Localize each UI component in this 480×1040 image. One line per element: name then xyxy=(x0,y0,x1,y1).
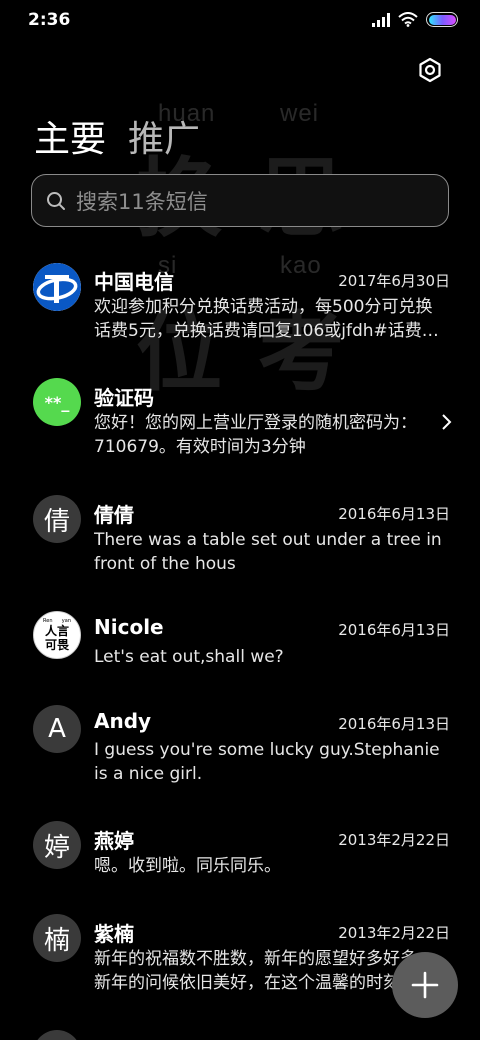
wifi-icon xyxy=(398,12,418,27)
message-preview: 嗯。收到啦。同乐同乐。 xyxy=(94,856,281,876)
avatar-caption: Ren xyxy=(43,618,53,624)
contact-name: 紫楠 xyxy=(94,922,134,946)
status-bar: 2:36 xyxy=(0,0,480,42)
plus-icon xyxy=(411,971,439,999)
message-preview: Let's eat out,shall we? xyxy=(94,647,284,667)
contact-name: Andy xyxy=(94,709,152,733)
status-icons xyxy=(372,12,458,27)
message-date: 2016年6月13日 xyxy=(338,621,450,639)
search-input[interactable]: 搜索11条短信 xyxy=(31,174,449,227)
message-preview: 欢迎参加积分兑换话费活动，每500分可兑换话费5元，兑换话费请回复106或jfd… xyxy=(94,297,439,341)
message-preview: 您好！您的网上营业厅登录的随机密码为：710679。有效时间为3分钟 xyxy=(94,413,417,457)
message-preview: I guess you're some lucky guy.Stephanie … xyxy=(94,740,440,784)
battery-level xyxy=(428,14,456,25)
gear-icon xyxy=(419,57,441,83)
avatar: Ren yan 人言 可畏 xyxy=(33,611,81,659)
avatar xyxy=(33,263,81,311)
conversation-item-partial xyxy=(0,1028,480,1040)
conversation-item[interactable]: 中国电信 2017年6月30日 欢迎参加积分兑换话费活动，每500分可兑换话费5… xyxy=(0,258,480,358)
signal-icon xyxy=(372,12,390,27)
avatar-caption: yan xyxy=(61,618,71,624)
contact-name: Nicole xyxy=(94,615,164,639)
conversation-item[interactable]: 倩 倩倩 2016年6月13日 There was a table set ou… xyxy=(0,493,480,593)
avatar: 楠 xyxy=(33,914,81,962)
avatar-text: 可畏 xyxy=(44,638,69,652)
message-date: 2013年2月22日 xyxy=(338,831,450,849)
settings-button[interactable] xyxy=(416,56,444,84)
tab-promotions[interactable]: 推广 xyxy=(128,110,200,162)
battery-icon xyxy=(426,12,458,27)
message-date: 2017年6月30日 xyxy=(338,272,450,290)
avatar: 婷 xyxy=(33,821,81,869)
new-message-button[interactable] xyxy=(392,952,458,1018)
chevron-right-icon[interactable] xyxy=(440,413,454,431)
conversation-item[interactable]: Ren yan 人言 可畏 Nicole 2016年6月13日 Let's ea… xyxy=(0,609,480,689)
status-time: 2:36 xyxy=(28,10,71,30)
contact-name: 燕婷 xyxy=(94,829,134,853)
message-date: 2013年2月22日 xyxy=(338,924,450,942)
search-placeholder: 搜索11条短信 xyxy=(76,189,208,214)
contact-name: 验证码 xyxy=(94,386,154,410)
avatar: **_ xyxy=(33,378,81,426)
china-telecom-logo xyxy=(33,263,81,311)
avatar xyxy=(33,1030,81,1040)
conversation-item[interactable]: 婷 燕婷 2013年2月22日 嗯。收到啦。同乐同乐。 xyxy=(0,819,480,899)
message-preview: There was a table set out under a tree i… xyxy=(94,530,442,574)
avatar: A xyxy=(33,705,81,753)
conversation-item[interactable]: **_ 验证码 您好！您的网上营业厅登录的随机密码为：710679。有效时间为3… xyxy=(0,376,480,476)
avatar-text: 人言 xyxy=(44,624,69,638)
tab-bar: 主要 推广 xyxy=(34,110,200,162)
watermark-pinyin: wei xyxy=(280,100,320,127)
search-icon xyxy=(47,191,65,210)
contact-name: 中国电信 xyxy=(94,270,174,294)
conversation-item[interactable]: A Andy 2016年6月13日 I guess you're some lu… xyxy=(0,703,480,803)
avatar: 倩 xyxy=(33,495,81,543)
message-date: 2016年6月13日 xyxy=(338,715,450,733)
contact-name: 倩倩 xyxy=(94,503,134,527)
tab-primary[interactable]: 主要 xyxy=(34,110,106,162)
message-date: 2016年6月13日 xyxy=(338,505,450,523)
